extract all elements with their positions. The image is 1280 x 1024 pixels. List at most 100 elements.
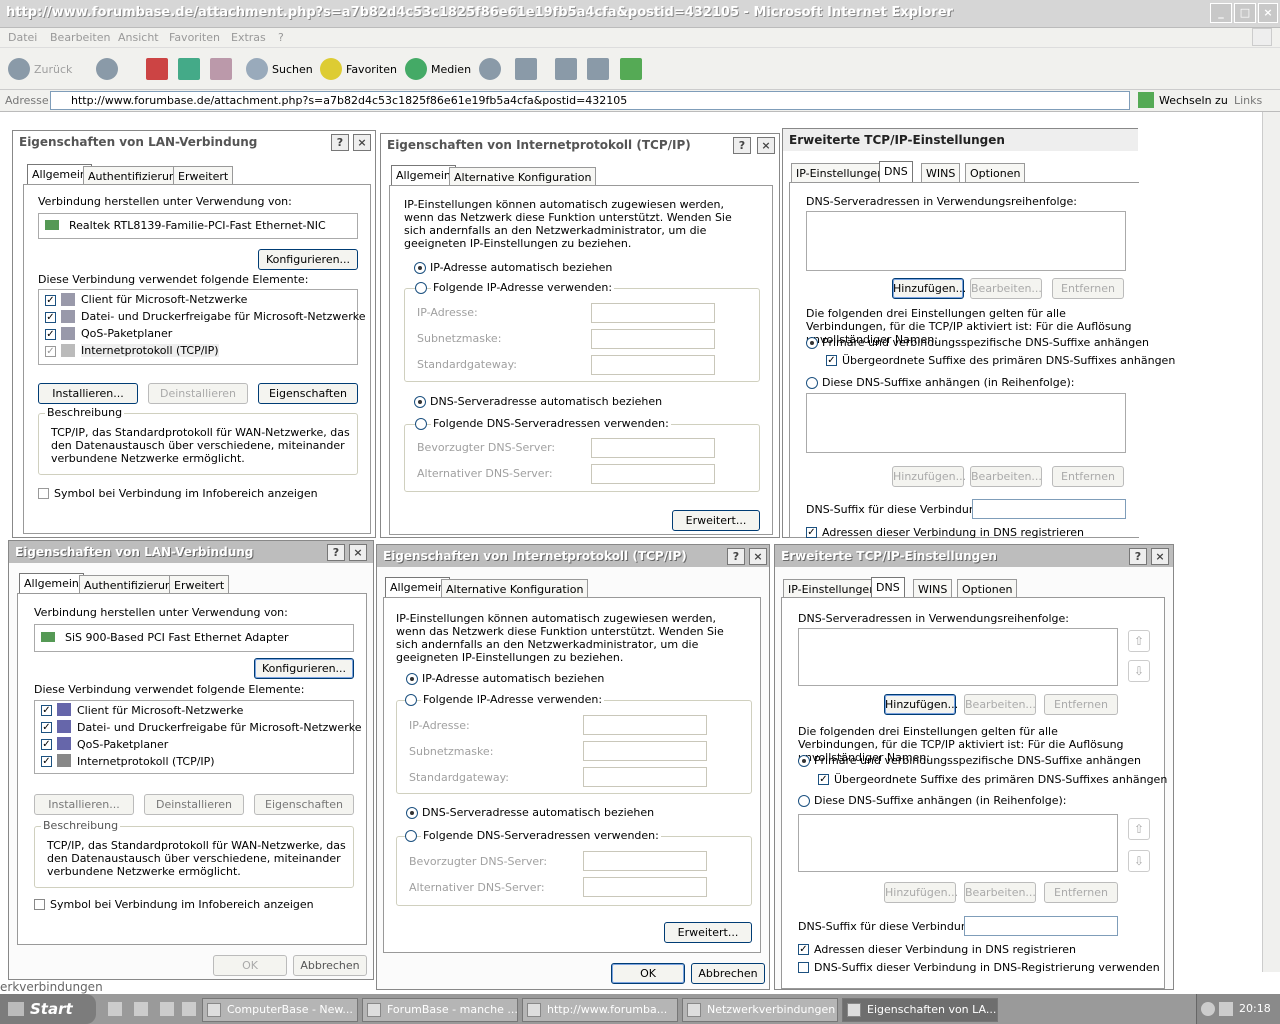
add-button[interactable]: Hinzufügen... (892, 278, 966, 299)
close-button[interactable]: × (1151, 548, 1169, 565)
menu-datei[interactable]: Datei (8, 31, 37, 44)
tab-advanced[interactable]: Erweitert (169, 575, 230, 594)
move-down-icon[interactable]: ⇩ (1128, 850, 1150, 872)
remove-suffix-button[interactable]: Entfernen (1052, 466, 1124, 487)
element-checkbox[interactable]: ✓ (45, 346, 56, 357)
dns-pref-field[interactable] (583, 851, 707, 871)
help-button[interactable]: ? (1129, 548, 1147, 565)
menu-ansicht[interactable]: Ansicht (118, 31, 159, 44)
media-player-icon[interactable] (160, 1002, 174, 1016)
ip-auto-radio[interactable] (406, 673, 418, 685)
dns-alt-field[interactable] (591, 464, 715, 484)
address-input[interactable]: http://www.forumbase.de/attachment.php?s… (50, 91, 1130, 110)
dns-pref-field[interactable] (591, 438, 715, 458)
gateway-field[interactable] (591, 355, 715, 375)
move-up-icon[interactable]: ⇧ (1128, 818, 1150, 840)
uninstall-button[interactable]: Deinstallieren (148, 383, 248, 404)
register-checkbox[interactable]: ✓ (798, 944, 809, 955)
element-checkbox[interactable]: ✓ (41, 705, 52, 716)
configure-button[interactable]: Konfigurieren... (254, 658, 354, 679)
subnet-field[interactable] (591, 329, 715, 349)
desktop-icon[interactable] (108, 1002, 122, 1016)
messenger-button[interactable] (620, 58, 642, 80)
tab-general[interactable]: Allgemein (19, 573, 84, 594)
primary-suffix-radio[interactable] (798, 755, 810, 767)
elements-list[interactable]: ✓ Client für Microsoft-Netzwerke ✓ Datei- … (34, 700, 361, 774)
parent-suffix-checkbox[interactable]: ✓ (818, 774, 829, 785)
menu-extras[interactable]: Extras (231, 31, 266, 44)
remove-button[interactable]: Entfernen (1052, 278, 1124, 299)
parent-suffix-checkbox[interactable]: ✓ (826, 355, 837, 366)
element-checkbox[interactable]: ✓ (45, 329, 56, 340)
ip-address-field[interactable] (583, 715, 707, 735)
tab-general[interactable]: Allgemein (391, 165, 456, 186)
register-checkbox[interactable]: ✓ (806, 527, 817, 538)
tab-options[interactable]: Optionen (957, 579, 1018, 598)
move-down-icon[interactable]: ⇩ (1128, 660, 1150, 682)
cancel-button[interactable]: Abbrechen (691, 963, 765, 984)
search-button[interactable]: Suchen (246, 58, 313, 80)
page-scrollbar[interactable] (1262, 112, 1280, 972)
menu-help[interactable]: ? (278, 31, 284, 44)
edit-button[interactable] (587, 58, 609, 80)
tab-dns[interactable]: DNS (871, 577, 905, 598)
primary-suffix-radio[interactable] (806, 337, 818, 349)
refresh-button[interactable] (178, 58, 200, 80)
help-button[interactable]: ? (733, 137, 751, 154)
forward-button[interactable] (96, 58, 118, 80)
edit-suffix-button[interactable]: Bearbeiten... (970, 466, 1042, 487)
add-suffix-button[interactable]: Hinzufügen... (892, 466, 966, 487)
task-forumbase[interactable]: ForumBase - manche ... (362, 998, 518, 1022)
tab-wins[interactable]: WINS (921, 163, 961, 182)
gateway-field[interactable] (583, 767, 707, 787)
close-button[interactable]: × (749, 548, 767, 565)
ie-icon[interactable] (134, 1002, 148, 1016)
advanced-button[interactable]: Erweitert... (664, 922, 752, 943)
help-button[interactable]: ? (327, 544, 345, 561)
menu-favoriten[interactable]: Favoriten (169, 31, 220, 44)
tab-alternate-config[interactable]: Alternative Konfiguration (449, 167, 597, 186)
connection-suffix-field[interactable] (972, 499, 1126, 519)
move-up-icon[interactable]: ⇧ (1128, 630, 1150, 652)
uninstall-button[interactable]: Deinstallieren (144, 794, 244, 815)
task-lan-properties[interactable]: Eigenschaften von LA... (842, 998, 998, 1022)
edit-button[interactable]: Bearbeiten... (970, 278, 1042, 299)
install-button[interactable]: Installieren... (38, 383, 138, 404)
network-tray-icon[interactable] (1219, 1002, 1233, 1016)
cancel-button[interactable]: Abbrechen (293, 955, 367, 976)
edit-button[interactable]: Bearbeiten... (964, 694, 1036, 715)
tab-wins[interactable]: WINS (913, 579, 953, 598)
help-button[interactable]: ? (727, 548, 745, 565)
dns-auto-radio[interactable] (406, 807, 418, 819)
minimize-button[interactable]: _ (1210, 3, 1232, 23)
close-button[interactable]: × (1258, 3, 1278, 23)
dns-manual-radio[interactable] (405, 830, 417, 842)
tab-alternate-config[interactable]: Alternative Konfiguration (441, 579, 589, 598)
element-checkbox[interactable]: ✓ (41, 739, 52, 750)
maximize-button[interactable]: □ (1234, 3, 1256, 23)
mail-button[interactable] (515, 58, 537, 80)
links-label[interactable]: Links (1234, 94, 1262, 107)
menu-bearbeiten[interactable]: Bearbeiten (50, 31, 110, 44)
properties-button[interactable]: Eigenschaften (254, 794, 354, 815)
connection-suffix-field[interactable] (964, 916, 1118, 936)
close-button[interactable]: × (757, 137, 775, 154)
ip-auto-radio[interactable] (414, 262, 426, 274)
ip-address-field[interactable] (591, 303, 715, 323)
these-suffixes-radio[interactable] (806, 377, 818, 389)
properties-button[interactable]: Eigenschaften (258, 383, 358, 404)
remove-button[interactable]: Entfernen (1044, 694, 1118, 715)
dns-manual-radio[interactable] (415, 418, 427, 430)
go-button[interactable]: Wechseln zu (1159, 94, 1228, 107)
ok-button[interactable]: OK (213, 955, 287, 976)
tray-expand-icon[interactable] (1201, 1002, 1215, 1016)
these-suffixes-radio[interactable] (798, 795, 810, 807)
ip-manual-radio[interactable] (405, 694, 417, 706)
back-button[interactable]: Zurück (8, 58, 72, 80)
start-button[interactable]: Start (0, 994, 96, 1024)
dns-servers-list[interactable] (798, 628, 1118, 686)
element-checkbox[interactable]: ✓ (41, 722, 52, 733)
tab-dns[interactable]: DNS (879, 161, 913, 182)
messenger-icon[interactable] (182, 1002, 196, 1016)
configure-button[interactable]: Konfigurieren... (258, 249, 358, 270)
